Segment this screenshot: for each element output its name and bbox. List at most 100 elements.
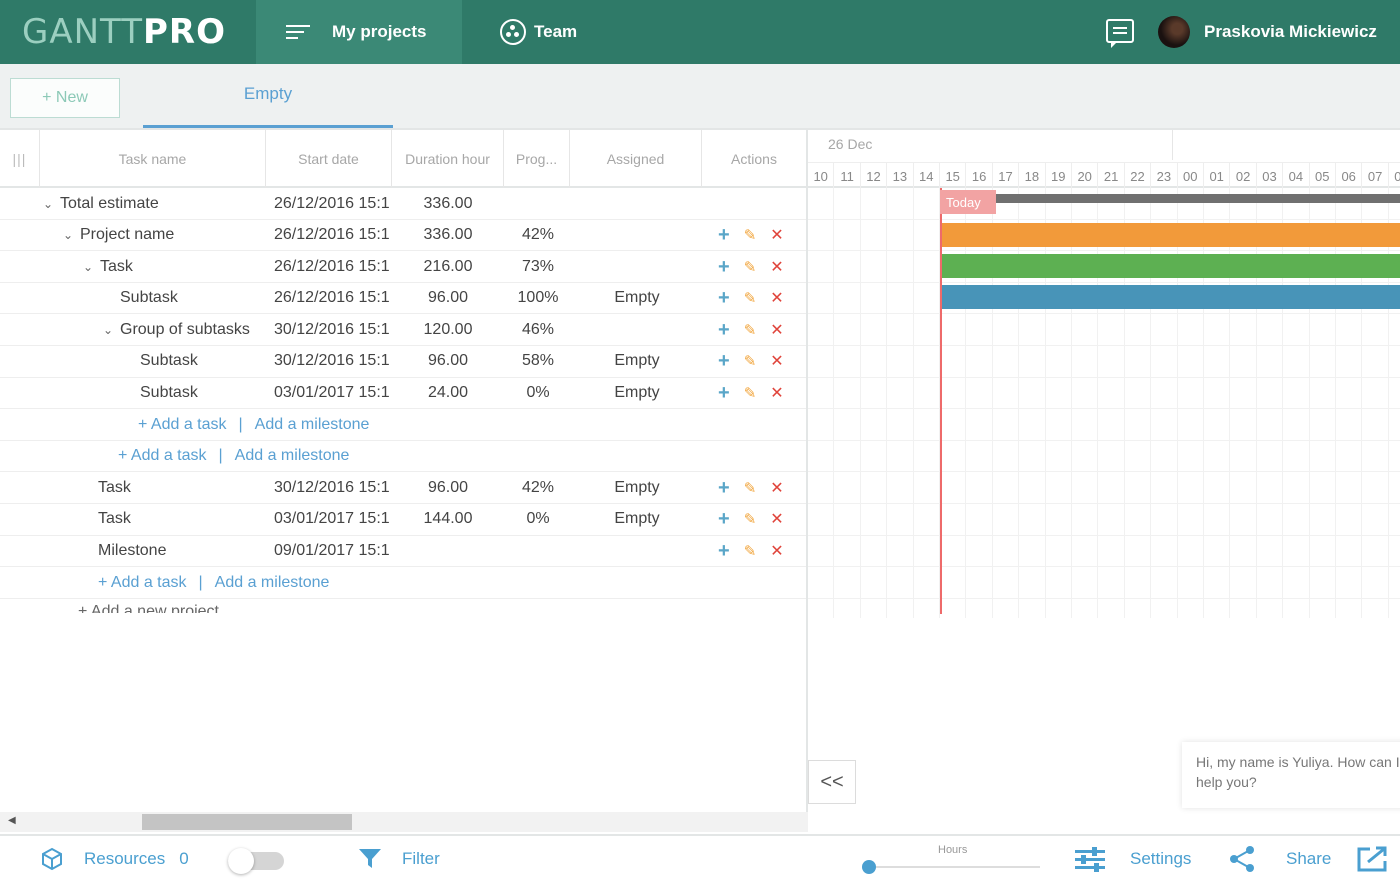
duration[interactable]: 336.00 xyxy=(392,220,504,251)
resources-toggle[interactable] xyxy=(228,848,284,874)
zoom-slider-handle[interactable] xyxy=(862,860,876,874)
new-project-button[interactable]: + New xyxy=(10,78,120,118)
table-row[interactable]: Subtask 30/12/2016 15:1 96.00 58% Empty … xyxy=(0,346,806,378)
table-row[interactable]: Task 03/01/2017 15:1 144.00 0% Empty + ✎… xyxy=(0,504,806,536)
duration[interactable]: 96.00 xyxy=(392,472,504,503)
assigned[interactable]: Empty xyxy=(572,346,702,377)
add-task-link[interactable]: + Add a task xyxy=(138,416,227,434)
resources-button[interactable]: Resources 0 xyxy=(40,836,189,882)
export-button[interactable] xyxy=(1356,836,1390,882)
delete-icon[interactable]: ✕ xyxy=(770,541,783,561)
start-date[interactable]: 03/01/2017 15:1 xyxy=(274,504,392,535)
progress[interactable] xyxy=(506,536,570,567)
progress[interactable]: 100% xyxy=(506,283,570,314)
pencil-icon[interactable]: ✎ xyxy=(744,226,757,244)
add-icon[interactable]: + xyxy=(718,288,730,308)
task-name[interactable]: Project name xyxy=(80,226,174,244)
collapse-grid-button[interactable]: << xyxy=(808,760,856,804)
table-row[interactable]: ⌄ Group of subtasks 30/12/2016 15:1 120.… xyxy=(0,314,806,346)
add-icon[interactable]: + xyxy=(718,225,730,245)
progress[interactable]: 0% xyxy=(506,504,570,535)
start-date[interactable]: 26/12/2016 15:1 xyxy=(274,251,392,282)
pencil-icon[interactable]: ✎ xyxy=(744,510,757,528)
start-date[interactable]: 30/12/2016 15:1 xyxy=(274,346,392,377)
scrollbar-thumb[interactable] xyxy=(142,814,352,830)
duration[interactable]: 216.00 xyxy=(392,251,504,282)
pencil-icon[interactable]: ✎ xyxy=(744,384,757,402)
share-button[interactable]: Share xyxy=(1228,836,1331,882)
filter-button[interactable]: Filter xyxy=(358,836,440,882)
assigned[interactable] xyxy=(572,251,702,282)
progress[interactable]: 46% xyxy=(506,314,570,345)
assigned[interactable]: Empty xyxy=(572,283,702,314)
scroll-left-icon[interactable]: ◀ xyxy=(8,815,16,826)
duration[interactable]: 96.00 xyxy=(392,283,504,314)
add-milestone-link[interactable]: Add a milestone xyxy=(255,416,370,434)
nav-my-projects[interactable]: My projects xyxy=(256,0,462,64)
start-date[interactable]: 30/12/2016 15:1 xyxy=(274,314,392,345)
support-chat-bubble[interactable]: Hi, my name is Yuliya. How can I help yo… xyxy=(1182,742,1400,808)
delete-icon[interactable]: ✕ xyxy=(770,257,783,277)
gantt-bar-subtask[interactable] xyxy=(940,285,1400,309)
pencil-icon[interactable]: ✎ xyxy=(744,321,757,339)
start-date[interactable]: 26/12/2016 15:1 xyxy=(274,283,392,314)
progress[interactable]: 42% xyxy=(506,472,570,503)
timeline-body[interactable]: Today xyxy=(808,188,1400,814)
start-date[interactable]: 26/12/2016 15:1 xyxy=(274,188,392,219)
chevron-down-icon[interactable]: ⌄ xyxy=(60,228,76,242)
chevron-down-icon[interactable]: ⌄ xyxy=(100,323,116,337)
duration[interactable]: 120.00 xyxy=(392,314,504,345)
duration[interactable]: 336.00 xyxy=(392,188,504,219)
table-row[interactable]: ⌄ Task 26/12/2016 15:1 216.00 73% + ✎ ✕ xyxy=(0,251,806,283)
assigned[interactable] xyxy=(572,188,702,219)
start-date[interactable]: 30/12/2016 15:1 xyxy=(274,472,392,503)
chevron-down-icon[interactable]: ⌄ xyxy=(40,197,56,211)
task-name[interactable]: Total estimate xyxy=(60,195,159,213)
task-name[interactable]: Task xyxy=(98,510,131,528)
user-name[interactable]: Praskovia Mickiewicz xyxy=(1204,0,1377,64)
progress[interactable]: 58% xyxy=(506,346,570,377)
column-assigned[interactable]: Assigned xyxy=(570,130,702,188)
table-row[interactable]: ⌄ Total estimate 26/12/2016 15:1 336.00 xyxy=(0,188,806,220)
start-date[interactable]: 09/01/2017 15:1 xyxy=(274,536,392,567)
progress[interactable]: 0% xyxy=(506,378,570,409)
pencil-icon[interactable]: ✎ xyxy=(744,258,757,276)
assigned[interactable]: Empty xyxy=(572,472,702,503)
add-icon[interactable]: + xyxy=(718,509,730,529)
add-task-link[interactable]: + Add a task xyxy=(118,447,207,465)
table-row[interactable]: Subtask 03/01/2017 15:1 24.00 0% Empty +… xyxy=(0,378,806,410)
assigned[interactable] xyxy=(572,536,702,567)
task-name[interactable]: Milestone xyxy=(98,542,166,560)
pencil-icon[interactable]: ✎ xyxy=(744,289,757,307)
add-project-link[interactable]: + Add a new project xyxy=(78,599,219,613)
column-drag-handle[interactable]: ||| xyxy=(0,130,40,188)
task-name[interactable]: Group of subtasks xyxy=(120,321,250,339)
progress[interactable]: 73% xyxy=(506,251,570,282)
add-icon[interactable]: + xyxy=(718,320,730,340)
pencil-icon[interactable]: ✎ xyxy=(744,479,757,497)
add-icon[interactable]: + xyxy=(718,257,730,277)
add-task-link[interactable]: + Add a task xyxy=(98,574,187,592)
progress[interactable] xyxy=(506,188,570,219)
progress[interactable]: 42% xyxy=(506,220,570,251)
settings-button[interactable]: Settings xyxy=(1074,836,1191,882)
add-icon[interactable]: + xyxy=(718,478,730,498)
grid-horizontal-scrollbar[interactable]: ◀ xyxy=(0,812,808,832)
duration[interactable]: 96.00 xyxy=(392,346,504,377)
table-row[interactable]: ⌄ Project name 26/12/2016 15:1 336.00 42… xyxy=(0,220,806,252)
table-row[interactable]: Subtask 26/12/2016 15:1 96.00 100% Empty… xyxy=(0,283,806,315)
add-milestone-link[interactable]: Add a milestone xyxy=(215,574,330,592)
tab-empty[interactable]: Empty xyxy=(143,64,393,128)
add-icon[interactable]: + xyxy=(718,383,730,403)
task-name[interactable]: Subtask xyxy=(120,289,178,307)
chevron-down-icon[interactable]: ⌄ xyxy=(80,260,96,274)
column-duration[interactable]: Duration hour xyxy=(392,130,504,188)
delete-icon[interactable]: ✕ xyxy=(770,478,783,498)
task-name[interactable]: Subtask xyxy=(140,384,198,402)
gantt-bar-task[interactable] xyxy=(940,254,1400,278)
column-start-date[interactable]: Start date xyxy=(266,130,392,188)
delete-icon[interactable]: ✕ xyxy=(770,225,783,245)
delete-icon[interactable]: ✕ xyxy=(770,320,783,340)
delete-icon[interactable]: ✕ xyxy=(770,509,783,529)
column-progress[interactable]: Prog... xyxy=(504,130,570,188)
